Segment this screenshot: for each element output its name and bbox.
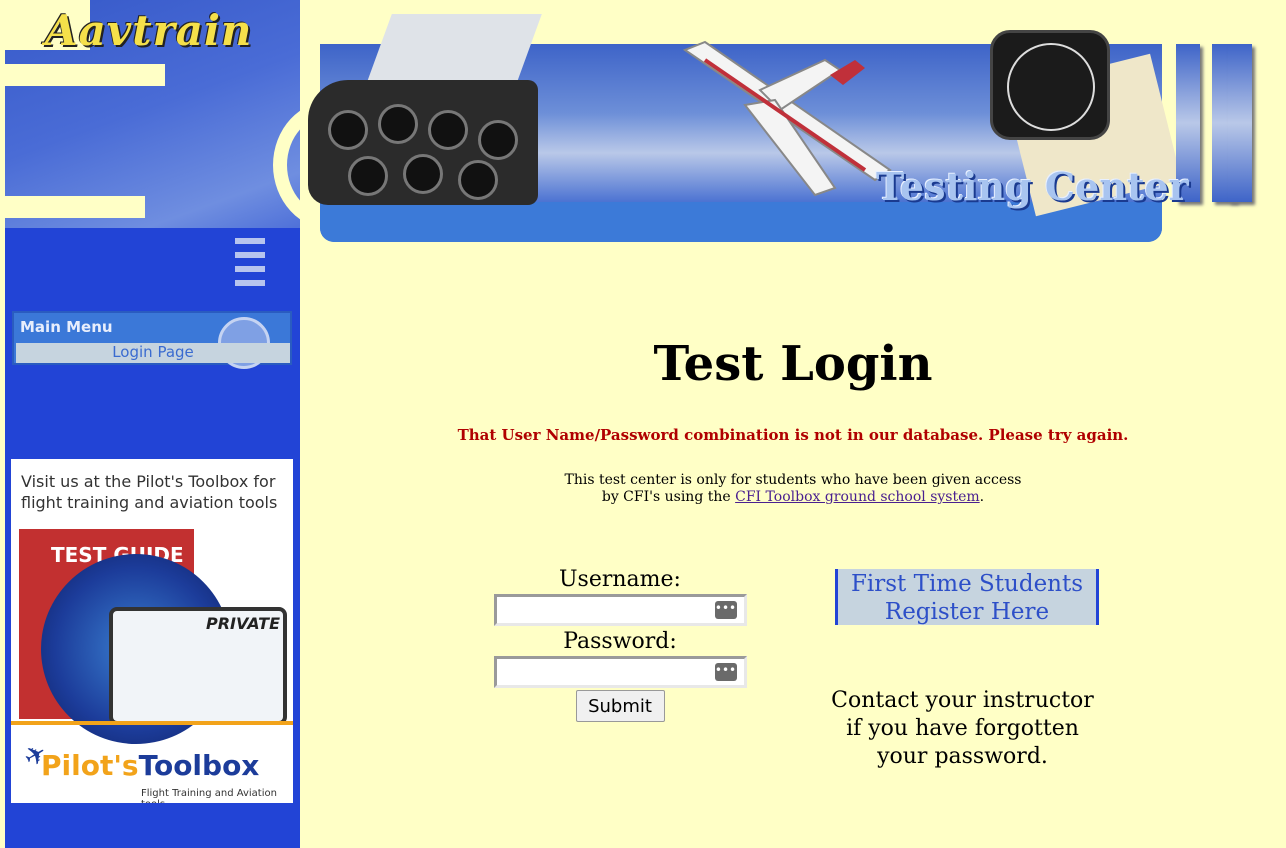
stripe-decoration	[235, 238, 265, 244]
menu-item-login-page[interactable]: Login Page	[16, 343, 290, 363]
ad-divider	[11, 721, 293, 725]
instrument-dial-icon	[403, 154, 443, 194]
sidebar: Aavtrain Main Menu Login Page Visit us a…	[5, 0, 300, 848]
instrument-dial-icon	[458, 160, 498, 200]
ad-text: Visit us at the Pilot's Toolbox for flig…	[21, 472, 278, 512]
username-label: Username:	[559, 567, 681, 592]
instrument-dial-icon	[378, 104, 418, 144]
info-text: This test center is only for students wh…	[300, 472, 1286, 506]
instrument-panel-image	[308, 80, 538, 205]
instrument-dial-icon	[348, 156, 388, 196]
altimeter-image	[990, 30, 1110, 140]
main-menu: Main Menu Login Page	[12, 311, 292, 369]
logo-panel: Aavtrain	[5, 0, 300, 292]
ad-tagline: Flight Training and Aviation tools	[141, 788, 277, 803]
altimeter-face	[1007, 43, 1095, 131]
register-line-1: First Time Students	[850, 571, 1084, 597]
forgot-line-2: if you have forgotten	[846, 716, 1079, 741]
main-menu-title: Main Menu	[20, 318, 113, 336]
tablet-label: PRIVATE	[206, 614, 280, 633]
password-manager-icon[interactable]: •••	[714, 601, 737, 619]
instrument-dial-icon	[428, 110, 468, 150]
info-line-2: by CFI's using the CFI Toolbox ground sc…	[300, 489, 1286, 506]
stripe-decoration	[235, 252, 265, 258]
bar-decoration	[1228, 44, 1252, 202]
username-input[interactable]	[493, 594, 747, 626]
forgot-line-3: your password.	[877, 744, 1048, 769]
instrument-dial-icon	[478, 120, 518, 160]
register-button[interactable]: First Time Students Register Here	[835, 569, 1099, 625]
password-label: Password:	[563, 629, 677, 654]
stripe-decoration	[235, 280, 265, 286]
register-line-2: Register Here	[884, 599, 1050, 625]
site-logo[interactable]: Aavtrain	[45, 6, 252, 55]
password-field-wrap: •••	[493, 656, 747, 688]
airplane-image	[682, 40, 892, 197]
forgot-line-1: Contact your instructor	[831, 688, 1094, 713]
stripe-decoration	[235, 266, 265, 272]
pilots-toolbox-ad[interactable]: Visit us at the Pilot's Toolbox for flig…	[11, 459, 293, 803]
ad-brand: Pilot'sToolbox	[41, 749, 259, 782]
logo-decoration	[5, 196, 145, 218]
instrument-dial-icon	[328, 110, 368, 150]
submit-button[interactable]: Submit	[575, 690, 665, 722]
cfi-toolbox-link[interactable]: CFI Toolbox ground school system	[735, 489, 980, 505]
password-manager-icon[interactable]: •••	[714, 663, 737, 681]
info-line-2-suffix: .	[979, 489, 985, 505]
password-input[interactable]	[493, 656, 747, 688]
username-field-wrap: •••	[493, 594, 747, 626]
banner-title: Testing Center	[876, 164, 1189, 209]
logo-decoration	[5, 64, 165, 86]
forgot-password-note: Contact your instructor if you have forg…	[810, 687, 1115, 771]
login-form: Username: ••• Password: ••• Submit	[490, 566, 750, 722]
error-message: That User Name/Password combination is n…	[457, 426, 1129, 444]
testing-center-banner: Testing Center	[300, 0, 1286, 250]
info-line-2-prefix: by CFI's using the	[601, 489, 736, 505]
brand-toolbox: Toolbox	[138, 749, 260, 782]
brand-pilots: Pilot's	[41, 749, 139, 782]
info-line-1: This test center is only for students wh…	[564, 472, 1022, 488]
page-title: Test Login	[653, 336, 933, 392]
